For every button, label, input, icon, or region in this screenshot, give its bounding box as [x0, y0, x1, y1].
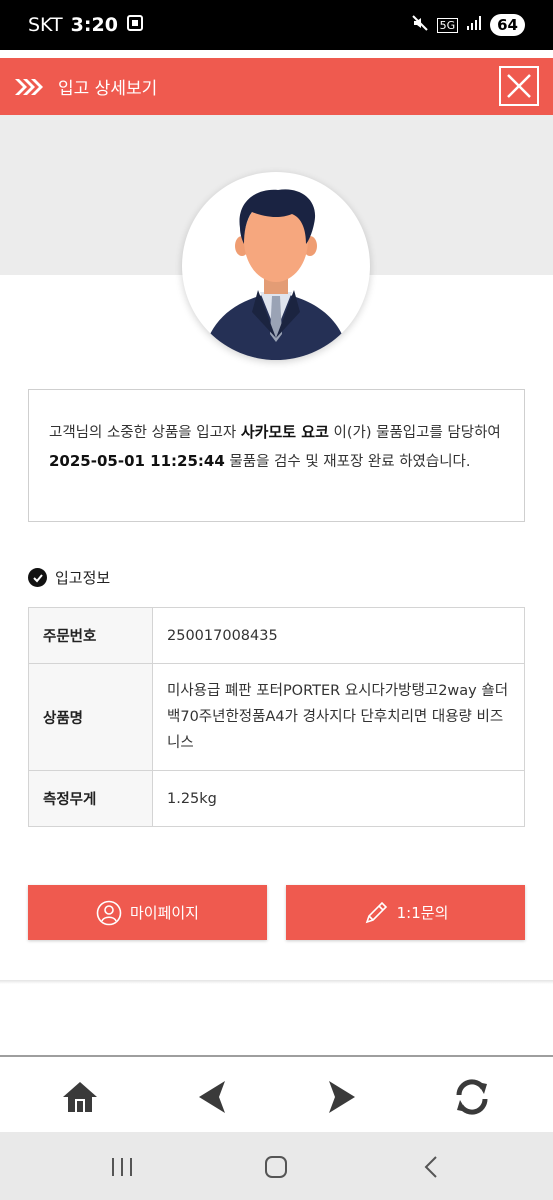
mute-icon: [411, 14, 429, 36]
system-back-button[interactable]: [417, 1152, 447, 1182]
businessman-avatar-icon: [202, 189, 350, 360]
content-divider: [0, 980, 553, 984]
inquiry-button-label: 1:1문의: [396, 904, 449, 922]
arrow-right-icon: [329, 1081, 355, 1113]
arrow-left-icon: [199, 1081, 225, 1113]
battery-indicator: 64: [490, 14, 525, 36]
user-icon: [96, 900, 122, 925]
network-label: 5G: [436, 17, 459, 33]
refresh-button[interactable]: [452, 1077, 492, 1117]
receipt-datetime: 2025-05-01 11:25:44: [49, 452, 225, 470]
mypage-button-label: 마이페이지: [129, 904, 199, 922]
order-number-label: 주문번호: [28, 607, 153, 664]
close-button[interactable]: [499, 66, 539, 106]
back-button[interactable]: [192, 1077, 232, 1117]
system-navigation-bar: [0, 1132, 553, 1200]
section-title: 입고정보: [55, 569, 111, 587]
mypage-button[interactable]: 마이페이지: [28, 885, 267, 940]
inquiry-button[interactable]: 1:1문의: [286, 885, 525, 940]
page-header: 입고 상세보기: [0, 58, 553, 115]
recent-apps-button[interactable]: [107, 1152, 137, 1182]
staff-name: 사카모토 요코: [240, 423, 329, 441]
refresh-icon: [456, 1079, 488, 1115]
check-circle-icon: [28, 568, 47, 587]
close-icon: [507, 74, 531, 98]
product-name-label: 상품명: [28, 663, 153, 771]
recent-apps-icon: [112, 1158, 132, 1176]
clock: 3:20: [70, 14, 118, 36]
receipt-info-table: 주문번호 250017008435 상품명 미사용급 폐판 포터PORTER 요…: [28, 607, 525, 827]
order-number-value: 250017008435: [152, 607, 525, 664]
bottom-navigation: [0, 1055, 553, 1132]
chevron-left-icon: [424, 1156, 437, 1178]
message-text-3: 물품을 검수 및 재포장 완료 하였습니다.: [224, 454, 471, 470]
page-title: 입고 상세보기: [58, 79, 158, 99]
status-bar: SKT 3:20 5G 64: [0, 0, 553, 50]
section-heading: 입고정보: [28, 567, 110, 588]
table-row: 주문번호 250017008435: [28, 607, 525, 664]
receipt-message: 고객님의 소중한 상품을 입고자 사카모토 요코 이(가) 물품입고를 담당하여…: [28, 389, 525, 522]
weight-value: 1.25kg: [152, 770, 525, 827]
home-icon: [63, 1082, 97, 1112]
chevron-right-icon: [14, 78, 44, 96]
message-text-1: 고객님의 소중한 상품을 입고자: [49, 425, 241, 441]
avatar: [182, 172, 370, 360]
table-row: 측정무게 1.25kg: [28, 770, 525, 827]
message-text-2: 이(가) 물품입고를 담당하여: [328, 425, 501, 441]
table-row: 상품명 미사용급 폐판 포터PORTER 요시다가방탱고2way 숄더백70주년…: [28, 663, 525, 771]
screenshot-icon: [126, 14, 144, 37]
product-name-value: 미사용급 폐판 포터PORTER 요시다가방탱고2way 숄더백70주년한정품A…: [152, 663, 525, 771]
carrier-label: SKT: [28, 14, 63, 36]
home-square-icon: [265, 1156, 287, 1178]
home-system-button[interactable]: [261, 1152, 291, 1182]
signal-icon: [466, 15, 482, 35]
weight-label: 측정무게: [28, 770, 153, 827]
home-button[interactable]: [60, 1077, 100, 1117]
pencil-icon: [365, 901, 387, 923]
forward-button[interactable]: [322, 1077, 362, 1117]
